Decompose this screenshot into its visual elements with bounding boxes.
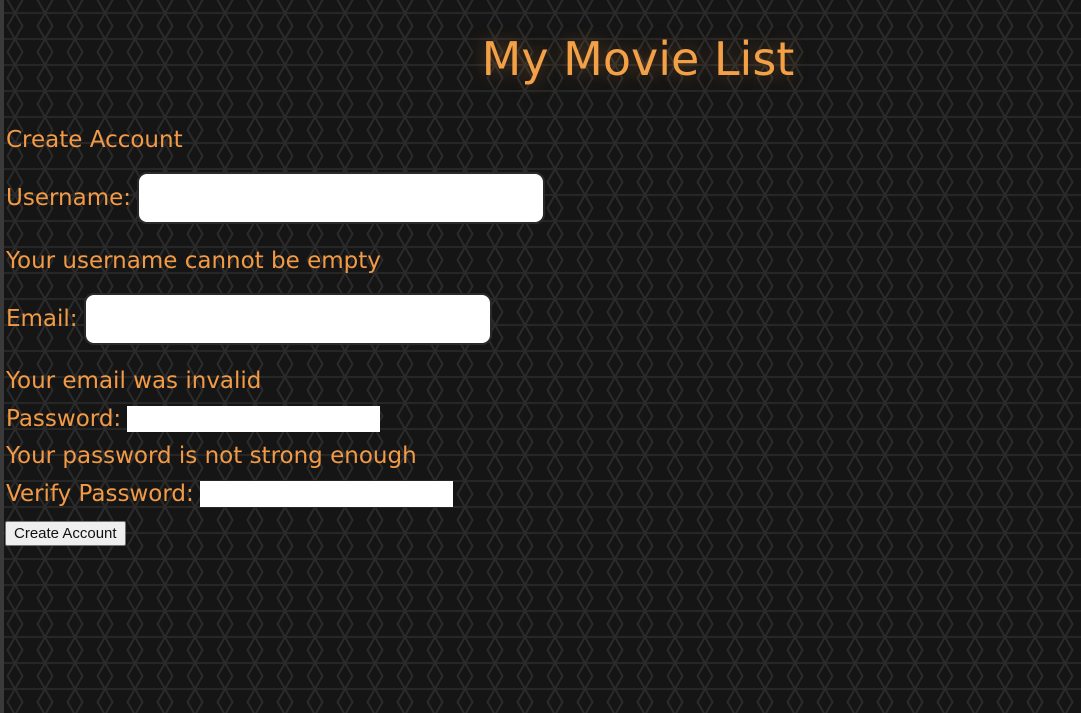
verify-password-label: Verify Password: bbox=[6, 481, 194, 507]
password-error-message: Your password is not strong enough bbox=[6, 443, 417, 469]
username-row: Username: bbox=[6, 172, 545, 224]
password-row: Password: bbox=[6, 405, 381, 433]
password-input[interactable] bbox=[127, 406, 381, 432]
username-error-message: Your username cannot be empty bbox=[6, 248, 381, 274]
password-label: Password: bbox=[6, 406, 122, 432]
form-heading: Create Account bbox=[6, 126, 183, 154]
password-error-row: Your password is not strong enough bbox=[6, 442, 417, 470]
email-label: Email: bbox=[6, 306, 78, 332]
username-error-row: Your username cannot be empty bbox=[6, 247, 381, 275]
email-error-row: Your email was invalid bbox=[6, 367, 261, 395]
email-error-message: Your email was invalid bbox=[6, 368, 262, 394]
page-left-border bbox=[0, 0, 4, 713]
create-account-heading: Create Account bbox=[6, 127, 183, 153]
page-title: My Movie List bbox=[481, 32, 795, 86]
verify-password-input[interactable] bbox=[199, 481, 453, 507]
email-row: Email: bbox=[6, 293, 492, 345]
verify-password-row: Verify Password: bbox=[6, 480, 453, 508]
username-label: Username: bbox=[6, 185, 131, 211]
email-input[interactable] bbox=[83, 293, 492, 345]
username-input[interactable] bbox=[137, 172, 545, 224]
create-account-button[interactable]: Create Account bbox=[5, 521, 126, 546]
